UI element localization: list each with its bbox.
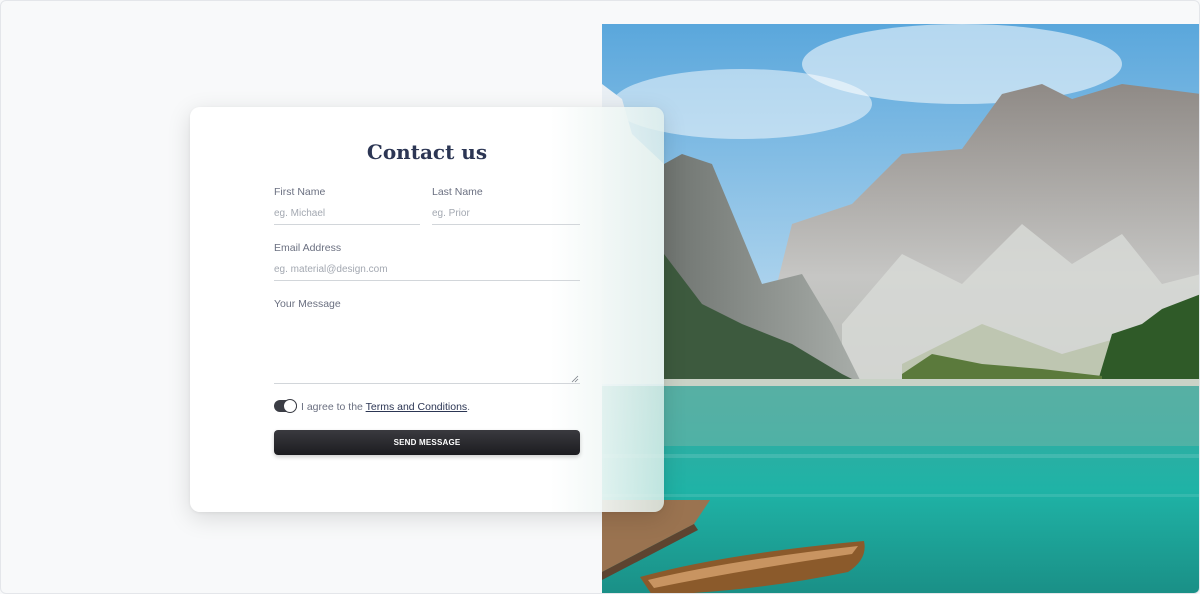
message-textarea[interactable] [274,315,580,384]
agree-toggle[interactable] [274,399,297,413]
first-name-label: First Name [274,186,326,198]
landscape-illustration [602,24,1199,593]
email-input[interactable] [274,259,580,281]
resize-grip-icon[interactable] [571,375,579,383]
contact-card: Contact us First Name Last Name Email Ad… [190,107,664,512]
message-label: Your Message [274,298,341,310]
agree-text: I agree to the Terms and Conditions. [301,401,470,413]
terms-link[interactable]: Terms and Conditions [366,401,468,413]
agree-suffix: . [467,401,471,413]
send-message-button[interactable]: SEND MESSAGE [274,430,580,455]
last-name-label: Last Name [432,186,483,198]
first-name-input[interactable] [274,203,420,225]
mountain-lake-landscape-image [602,24,1199,593]
contact-title: Contact us [366,140,488,164]
toggle-knob [283,399,297,413]
agree-prefix: I agree to the [301,401,366,413]
email-label: Email Address [274,242,342,254]
page-frame: Contact us First Name Last Name Email Ad… [0,0,1200,594]
last-name-input[interactable] [432,203,580,225]
